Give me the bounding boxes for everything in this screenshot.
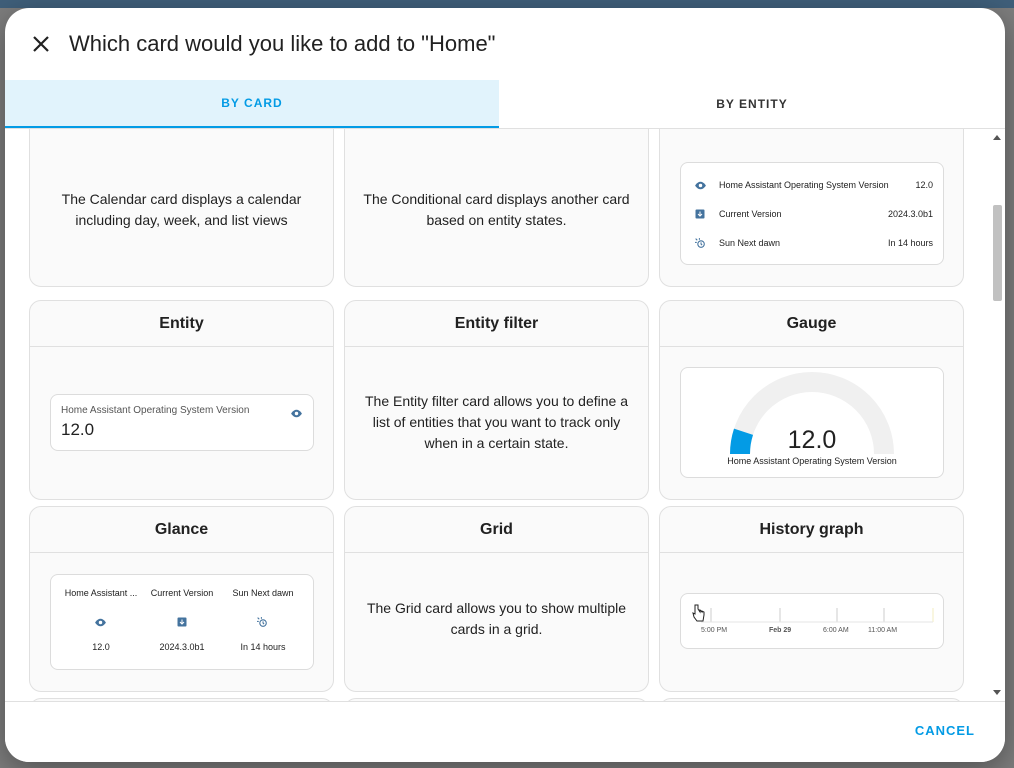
glance-item-value: 12.0 bbox=[92, 642, 110, 652]
history-graph-preview: 5:00 PM Feb 29 6:00 AM 11:00 AM bbox=[680, 593, 944, 649]
glance-item-name: Sun Next dawn bbox=[232, 588, 294, 598]
card-option-entities[interactable]: Home Assistant Operating System Version … bbox=[659, 129, 964, 287]
card-option-grid[interactable]: Grid The Grid card allows you to show mu… bbox=[344, 506, 649, 692]
card-title: Entity filter bbox=[345, 301, 648, 347]
card-option-calendar[interactable]: The Calendar card displays a calendar in… bbox=[29, 129, 334, 287]
entity-row: Sun Next dawn In 14 hours bbox=[693, 233, 933, 253]
card-description: The Entity filter card allows you to def… bbox=[364, 393, 629, 451]
mouse-pointer-icon bbox=[692, 604, 705, 622]
card-description: The Calendar card displays a calendar in… bbox=[61, 191, 302, 228]
cancel-button[interactable]: CANCEL bbox=[915, 723, 975, 738]
entity-name: Sun Next dawn bbox=[719, 238, 781, 248]
dialog-footer: CANCEL bbox=[5, 701, 1005, 762]
package-icon bbox=[176, 616, 188, 630]
history-tick-label: Feb 29 bbox=[769, 627, 792, 634]
entity-row: Home Assistant Operating System Version … bbox=[693, 175, 933, 195]
scroll-up-arrow[interactable] bbox=[993, 135, 1001, 140]
entity-value: 12.0 bbox=[915, 180, 933, 190]
entities-preview: Home Assistant Operating System Version … bbox=[680, 162, 944, 265]
glance-item-name: Home Assistant ... bbox=[64, 588, 138, 598]
eye-icon bbox=[94, 616, 107, 631]
card-title: Grid bbox=[345, 507, 648, 553]
scrollbar-thumb[interactable] bbox=[993, 205, 1002, 301]
entity-name: Current Version bbox=[719, 209, 782, 219]
entity-preview: Home Assistant Operating System Version … bbox=[50, 394, 314, 451]
entity-row: Current Version 2024.3.0b1 bbox=[693, 204, 933, 224]
dialog-header: Which card would you like to add to "Hom… bbox=[5, 8, 1005, 80]
add-card-dialog: Which card would you like to add to "Hom… bbox=[5, 8, 1005, 762]
glance-preview: Home Assistant ... 12.0 Current Version … bbox=[50, 574, 314, 670]
glance-item-name: Current Version bbox=[150, 588, 214, 598]
entity-preview-name: Home Assistant Operating System Version bbox=[61, 405, 250, 416]
entity-value: 2024.3.0b1 bbox=[887, 209, 933, 219]
history-tick-label: 5:00 PM bbox=[701, 627, 728, 634]
eye-icon bbox=[289, 406, 303, 420]
history-graph-axis bbox=[701, 608, 934, 623]
card-option-conditional[interactable]: The Conditional card displays another ca… bbox=[344, 129, 649, 287]
background-app-header bbox=[0, 0, 1014, 8]
package-icon bbox=[693, 207, 707, 221]
dialog-title: Which card would you like to add to "Hom… bbox=[69, 31, 496, 56]
history-tick-label: 11:00 AM bbox=[868, 627, 898, 634]
card-option-glance[interactable]: Glance Home Assistant ... 12.0 Current V… bbox=[29, 506, 334, 692]
gauge-preview: 12.0 Home Assistant Operating System Ver… bbox=[680, 367, 944, 478]
sun-clock-icon bbox=[256, 616, 269, 631]
card-description: The Conditional card displays another ca… bbox=[363, 191, 630, 228]
card-title: Entity bbox=[30, 301, 333, 347]
tab-by-entity[interactable]: BY ENTITY bbox=[499, 80, 1005, 128]
card-description: The Grid card allows you to show multipl… bbox=[366, 600, 627, 637]
scrollbar[interactable] bbox=[990, 129, 1005, 701]
card-title: Glance bbox=[30, 507, 333, 553]
entity-preview-value: 12.0 bbox=[61, 420, 95, 439]
tab-bar: BY CARD BY ENTITY bbox=[5, 80, 1005, 129]
gauge-value: 12.0 bbox=[787, 426, 837, 454]
gauge-name: Home Assistant Operating System Version bbox=[727, 456, 897, 466]
close-icon bbox=[33, 36, 49, 52]
card-title: Gauge bbox=[660, 301, 963, 347]
close-button[interactable] bbox=[27, 30, 55, 58]
glance-item-value: In 14 hours bbox=[240, 642, 286, 652]
entity-name: Home Assistant Operating System Version bbox=[719, 180, 889, 190]
sun-clock-icon bbox=[693, 236, 707, 250]
entity-value: In 14 hours bbox=[887, 238, 933, 248]
card-option-history-graph[interactable]: History graph 5:00 PM Feb 29 6:00 AM 11:… bbox=[659, 506, 964, 692]
glance-item-value: 2024.3.0b1 bbox=[159, 642, 205, 652]
card-option-entity-filter[interactable]: Entity filter The Entity filter card all… bbox=[344, 300, 649, 500]
card-option-gauge[interactable]: Gauge 12.0 Home Assistant Operating Syst… bbox=[659, 300, 964, 500]
eye-icon bbox=[693, 178, 707, 192]
scroll-down-arrow[interactable] bbox=[993, 690, 1001, 695]
card-title: History graph bbox=[660, 507, 963, 553]
tab-by-card[interactable]: BY CARD bbox=[5, 80, 499, 128]
history-tick-label: 6:00 AM bbox=[823, 627, 849, 634]
card-option-entity[interactable]: Entity Home Assistant Operating System V… bbox=[29, 300, 334, 500]
card-picker-grid: The Calendar card displays a calendar in… bbox=[5, 129, 1005, 701]
